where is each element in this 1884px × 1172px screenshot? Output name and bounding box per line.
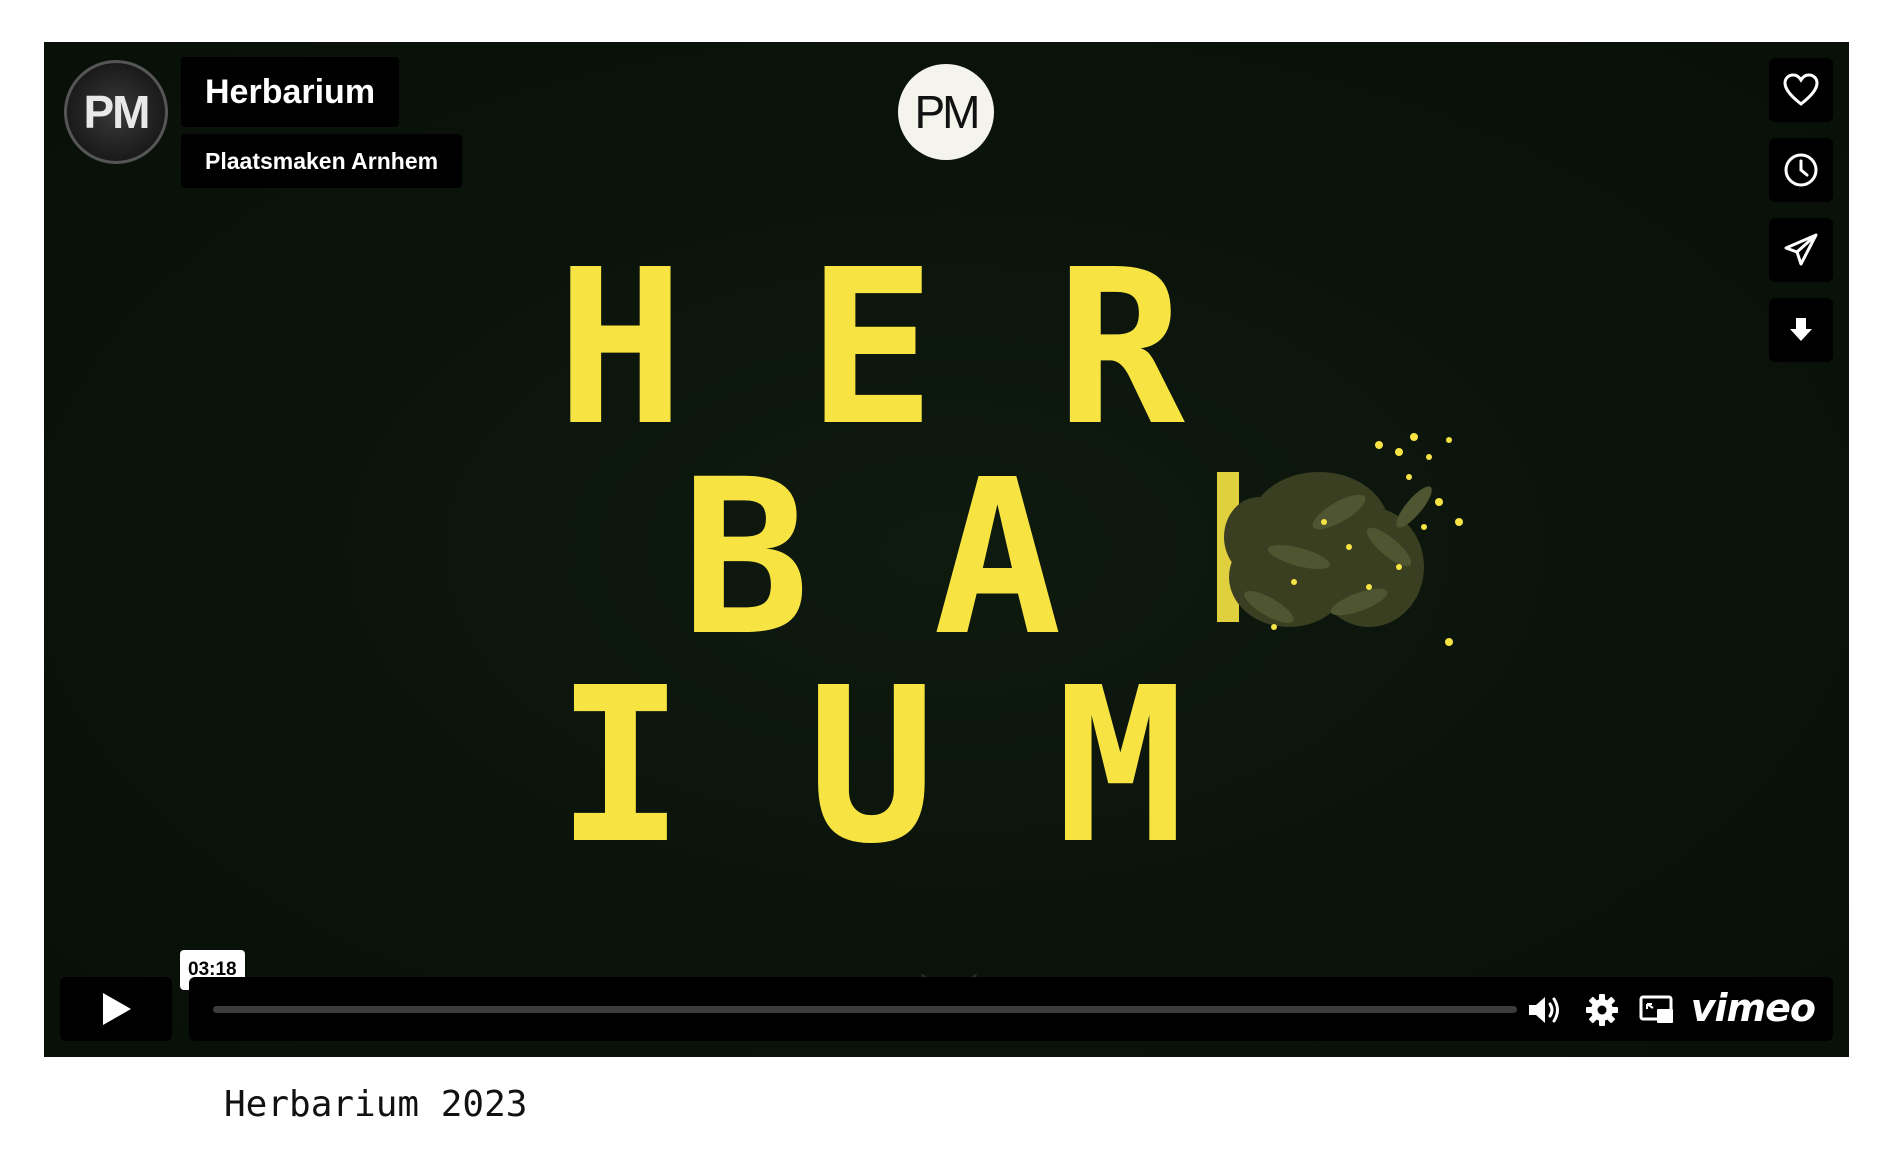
letter-i: I bbox=[556, 642, 685, 891]
play-icon bbox=[103, 993, 131, 1025]
send-icon bbox=[1784, 233, 1818, 266]
heart-icon bbox=[1783, 73, 1819, 106]
gear-icon bbox=[1586, 994, 1618, 1026]
owner-avatar[interactable]: PM bbox=[64, 60, 168, 164]
volume-icon bbox=[1529, 997, 1559, 1023]
progress-bar[interactable] bbox=[213, 1006, 1517, 1013]
vimeo-logo[interactable]: vimeo bbox=[1691, 983, 1816, 1033]
clock-icon bbox=[1784, 153, 1818, 187]
watch-later-button[interactable] bbox=[1769, 138, 1833, 202]
play-button[interactable] bbox=[60, 977, 172, 1041]
picture-in-picture-icon bbox=[1639, 995, 1673, 1023]
letter-m: M bbox=[1056, 642, 1185, 891]
video-owner[interactable]: Plaatsmaken Arnhem bbox=[181, 134, 463, 188]
download-button[interactable] bbox=[1769, 298, 1833, 362]
foliage-graphic bbox=[1217, 433, 1463, 646]
letter-e: E bbox=[807, 224, 936, 473]
letter-b: B bbox=[681, 434, 810, 683]
pip-button[interactable] bbox=[1639, 993, 1675, 1027]
share-button[interactable] bbox=[1769, 218, 1833, 282]
volume-button[interactable] bbox=[1527, 993, 1563, 1027]
like-button[interactable] bbox=[1769, 58, 1833, 122]
letter-u: U bbox=[807, 642, 936, 891]
video-title[interactable]: Herbarium bbox=[181, 57, 400, 127]
letter-h: H bbox=[556, 224, 685, 473]
settings-button[interactable] bbox=[1584, 993, 1620, 1027]
download-icon bbox=[1790, 318, 1812, 341]
letter-r: R bbox=[1056, 224, 1185, 473]
control-bar: vimeo bbox=[189, 977, 1833, 1041]
center-logo: PM bbox=[898, 64, 994, 160]
video-player[interactable]: PM Herbarium Plaatsmaken Arnhem PM H E R… bbox=[44, 42, 1849, 1057]
video-caption: Herbarium 2023 bbox=[224, 1084, 528, 1125]
letter-a: A bbox=[933, 434, 1062, 683]
